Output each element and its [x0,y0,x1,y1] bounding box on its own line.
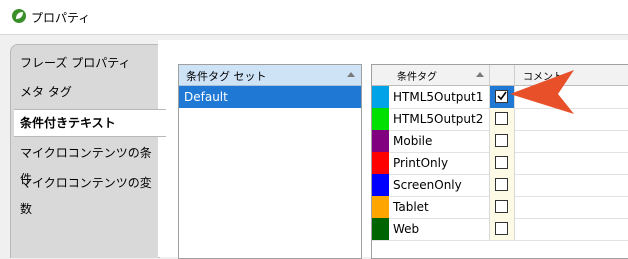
tag-name: PrintOnly [393,156,449,170]
tag-checkbox-cell [490,196,515,218]
tag-color-swatch [372,108,389,130]
tab-microcontent-variables[interactable]: マイクロコンテンツの変数 [12,170,158,216]
tag-name: HTML5Output2 [393,112,484,126]
tag-color-swatch [372,86,389,108]
tag-checkbox[interactable] [495,90,508,103]
tab-conditional-text[interactable]: 条件付きテキスト [14,109,166,137]
tag-checkbox-cell [490,174,515,196]
tab-phrase-properties[interactable]: フレーズ プロパティ [12,50,158,76]
tab-meta-tags[interactable]: メタ タグ [12,79,158,105]
condition-set-item[interactable]: Default [179,86,361,108]
app-leaf-icon [12,9,26,23]
tag-name-cell: ScreenOnly [389,174,490,196]
tab-label: マイクロコンテンツの変数 [20,176,152,216]
tag-checkbox-cell [490,152,515,174]
checkmark-icon [497,91,507,101]
condition-set-header-label: 条件タグ セット [186,70,267,83]
callout-arrow [508,68,578,119]
tab-label: フレーズ プロパティ [20,56,131,70]
tag-checkbox[interactable] [495,134,508,147]
tab-microcontent-conditions[interactable]: マイクロコンテンツの条件 [12,140,158,186]
tag-name: ScreenOnly [393,178,462,192]
tag-name-cell: HTML5Output1 [389,86,490,108]
tab-label: 条件付きテキスト [20,116,116,130]
tag-checkbox-cell [490,218,515,240]
tag-color-swatch [372,130,389,152]
sort-ascending-icon [476,72,484,77]
window-title: プロパティ [31,11,91,25]
tab-label: メタ タグ [20,85,72,99]
condition-set-list[interactable]: 条件タグ セット Default [178,64,362,259]
tag-name-cell: HTML5Output2 [389,108,490,130]
tag-checkbox[interactable] [495,200,508,213]
tag-color-swatch [372,152,389,174]
tag-color-swatch [372,218,389,240]
tag-checkbox[interactable] [495,178,508,191]
tag-name: Web [393,222,420,236]
tag-name: Tablet [393,200,429,214]
tag-name: Mobile [393,134,433,148]
tag-checkbox[interactable] [495,156,508,169]
tag-name: HTML5Output1 [393,90,484,104]
condition-tag-row[interactable]: ScreenOnly [372,174,628,197]
tag-column-header[interactable]: 条件タグ [389,65,490,86]
title-bar: プロパティ [0,0,628,35]
sort-ascending-icon [347,72,355,77]
tag-name-cell: Tablet [389,196,490,218]
tag-checkbox[interactable] [495,112,508,125]
condition-tag-row[interactable]: HTML5Output1 [372,86,628,109]
tag-color-swatch [372,196,389,218]
tag-column-label: 条件タグ [397,72,437,83]
tag-checkbox-cell [490,130,515,152]
color-column-header [372,65,390,86]
condition-tag-row[interactable]: Web [372,218,628,241]
condition-tag-row[interactable]: PrintOnly [372,152,628,175]
condition-set-header[interactable]: 条件タグ セット [179,65,361,86]
condition-set-label: Default [184,90,228,104]
tag-checkbox[interactable] [495,222,508,235]
condition-tag-row[interactable]: Mobile [372,130,628,153]
tag-color-swatch [372,174,389,196]
condition-tag-table[interactable]: 条件タグ コメント HTML5Output1 HTML5Output2 Mobile… [371,64,628,259]
tag-name-cell: Mobile [389,130,490,152]
tag-name-cell: Web [389,218,490,240]
condition-tag-row[interactable]: HTML5Output2 [372,108,628,131]
condition-tag-row[interactable]: Tablet [372,196,628,219]
tag-name-cell: PrintOnly [389,152,490,174]
